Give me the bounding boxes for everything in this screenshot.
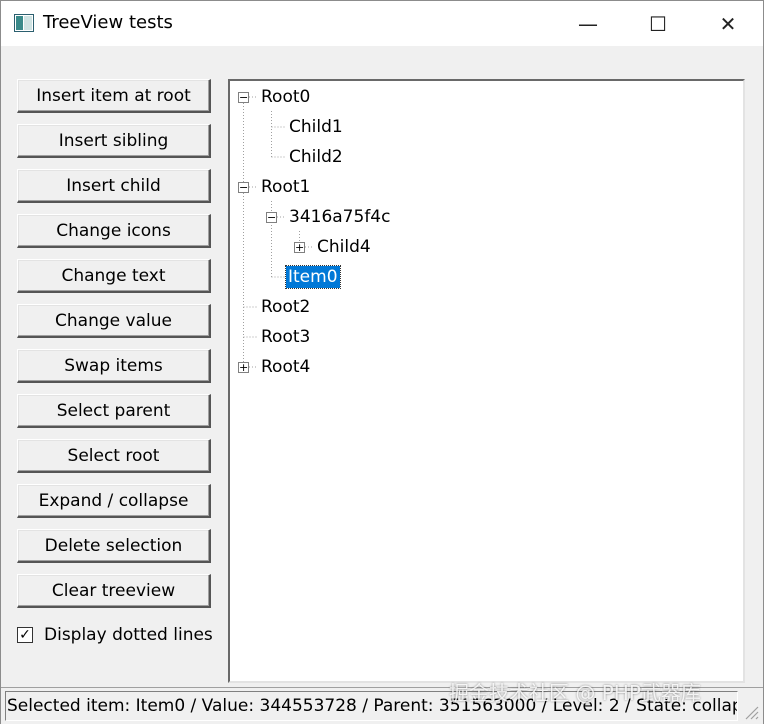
delete-selection-button[interactable]: Delete selection (17, 529, 211, 563)
tree-node-root2[interactable]: Root2 (261, 296, 310, 318)
tree-node-item0-selected[interactable]: Item0 (285, 265, 341, 289)
insert-child-button[interactable]: Insert child (17, 169, 211, 203)
change-icons-button[interactable]: Change icons (17, 214, 211, 248)
dotted-lines-label[interactable]: Display dotted lines (44, 625, 214, 645)
title-bar[interactable]: TreeView tests — ☐ ✕ (1, 1, 763, 46)
expand-collapse-button[interactable]: Expand / collapse (17, 484, 211, 518)
collapse-icon[interactable]: − (238, 182, 249, 193)
insert-sibling-button[interactable]: Insert sibling (17, 124, 211, 158)
dotted-lines-checkbox[interactable]: ✓ (17, 627, 33, 643)
expand-icon[interactable]: + (294, 242, 305, 253)
tree-node-child1[interactable]: Child1 (289, 116, 343, 138)
watermark: 掘金技术社区 @ PHP武器库 (449, 681, 701, 705)
swap-items-button[interactable]: Swap items (17, 349, 211, 383)
insert-item-at-root-button[interactable]: Insert item at root (17, 79, 211, 113)
tree-node-child4[interactable]: Child4 (317, 236, 371, 258)
window-title: TreeView tests (43, 12, 173, 33)
tree-node-child2[interactable]: Child2 (289, 146, 343, 168)
clear-treeview-button[interactable]: Clear treeview (17, 574, 211, 608)
app-window: TreeView tests — ☐ ✕ Insert item at root… (0, 0, 764, 724)
tree-node-root3[interactable]: Root3 (261, 326, 310, 348)
change-text-button[interactable]: Change text (17, 259, 211, 293)
collapse-icon[interactable]: − (238, 92, 249, 103)
tree-view[interactable]: − Root0 Child1 Child2 − Root1 − 3416a75f… (228, 79, 745, 683)
app-icon (14, 14, 34, 32)
expand-icon[interactable]: + (238, 362, 249, 373)
resize-grip-icon[interactable] (741, 702, 759, 720)
collapse-icon[interactable]: − (266, 212, 277, 223)
maximize-button[interactable]: ☐ (623, 1, 693, 46)
change-value-button[interactable]: Change value (17, 304, 211, 338)
select-parent-button[interactable]: Select parent (17, 394, 211, 428)
minimize-button[interactable]: — (553, 1, 623, 46)
close-button[interactable]: ✕ (693, 1, 763, 46)
tree-node-root0[interactable]: Root0 (261, 86, 310, 108)
tree-node-root4[interactable]: Root4 (261, 356, 310, 378)
tree-node-root1[interactable]: Root1 (261, 176, 310, 198)
tree-node-3416a75f4c[interactable]: 3416a75f4c (289, 206, 390, 228)
select-root-button[interactable]: Select root (17, 439, 211, 473)
